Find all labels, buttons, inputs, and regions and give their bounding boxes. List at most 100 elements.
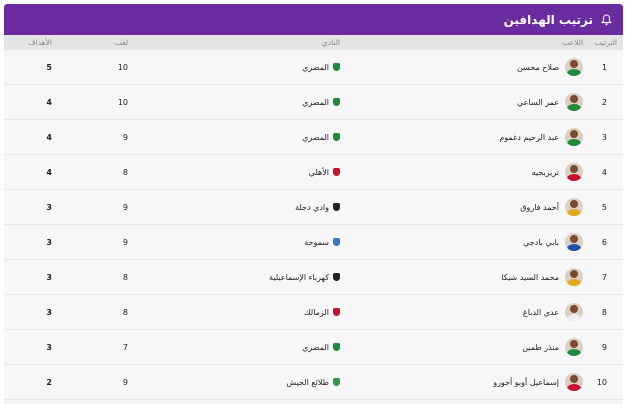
club-logo-icon xyxy=(333,168,340,176)
player-cell[interactable]: عبد الرحيم دغموم xyxy=(385,128,583,146)
club-cell[interactable]: طلائع الجيش xyxy=(190,378,385,387)
player-shirt xyxy=(567,139,581,146)
player-name[interactable]: بابي بادجي xyxy=(523,238,559,247)
club-logo-icon xyxy=(333,273,340,281)
rank-cell: 3 xyxy=(601,132,607,142)
club-logo-icon xyxy=(333,133,340,141)
bell-icon[interactable] xyxy=(599,13,613,27)
player-cell[interactable]: محمد السيد شيكا xyxy=(385,268,583,286)
player-cell[interactable]: بابي بادجي xyxy=(385,233,583,251)
player-shirt xyxy=(567,314,581,321)
club-name[interactable]: وادي دجلة xyxy=(295,203,329,212)
player-name[interactable]: منذر طمين xyxy=(522,343,559,352)
player-shirt xyxy=(567,209,581,216)
player-cell[interactable]: صلاح محسن xyxy=(385,58,583,76)
player-cell[interactable]: إسماعيل أوبو أجورو xyxy=(385,373,583,391)
club-logo-icon xyxy=(333,203,340,211)
club-logo-icon xyxy=(333,238,340,246)
player-avatar xyxy=(565,233,583,251)
goals-cell: 4 xyxy=(46,97,52,107)
club-cell[interactable]: سموحة xyxy=(190,238,385,247)
table-row[interactable]: 6 بابي بادجي سموحة 9 3 xyxy=(4,225,623,260)
club-name[interactable]: طلائع الجيش xyxy=(286,378,329,387)
club-name[interactable]: المصري xyxy=(302,133,329,142)
player-name[interactable]: تريزيجيه xyxy=(532,168,559,177)
club-cell[interactable]: المصري xyxy=(190,63,385,72)
player-avatar xyxy=(565,163,583,181)
table-header: الترتيب اللاعب النادي لعب الأهداف xyxy=(4,35,623,50)
player-name[interactable]: صلاح محسن xyxy=(517,63,559,72)
player-shirt xyxy=(567,104,581,111)
player-avatar xyxy=(565,303,583,321)
club-cell[interactable]: الزمالك xyxy=(190,308,385,317)
table-row[interactable]: 3 عبد الرحيم دغموم المصري 9 4 xyxy=(4,120,623,155)
goals-cell: 2 xyxy=(46,377,52,387)
table-row[interactable]: 7 محمد السيد شيكا كهرباء الإسماعيلية 8 3 xyxy=(4,260,623,295)
rank-cell: 10 xyxy=(596,377,607,387)
club-cell[interactable]: المصري xyxy=(190,343,385,352)
club-name[interactable]: المصري xyxy=(302,98,329,107)
table-row[interactable]: 1 صلاح محسن المصري 10 5 xyxy=(4,50,623,85)
played-cell: 10 xyxy=(117,62,128,72)
player-shirt xyxy=(567,174,581,181)
played-cell: 9 xyxy=(122,377,128,387)
player-avatar xyxy=(565,373,583,391)
player-avatar xyxy=(565,268,583,286)
club-cell[interactable]: المصري xyxy=(190,133,385,142)
club-cell[interactable]: وادي دجلة xyxy=(190,203,385,212)
page-title: ترتيب الهدافين xyxy=(503,12,593,27)
column-goals: الأهداف xyxy=(27,38,52,47)
player-name[interactable]: عمر الساعي xyxy=(517,98,559,107)
player-cell[interactable]: عمر الساعي xyxy=(385,93,583,111)
table-row[interactable]: 8 عدي الدباغ الزمالك 8 3 xyxy=(4,295,623,330)
table-row[interactable]: 4 تريزيجيه الأهلي 8 4 xyxy=(4,155,623,190)
played-cell: 9 xyxy=(122,132,128,142)
table-row[interactable]: 10 إسماعيل أوبو أجورو طلائع الجيش 9 2 xyxy=(4,365,623,400)
column-player: اللاعب xyxy=(385,38,583,47)
club-name[interactable]: المصري xyxy=(302,343,329,352)
rank-cell: 1 xyxy=(601,62,607,72)
table-row[interactable]: 5 أحمد فاروق وادي دجلة 9 3 xyxy=(4,190,623,225)
club-cell[interactable]: المصري xyxy=(190,98,385,107)
player-name[interactable]: إسماعيل أوبو أجورو xyxy=(493,378,559,387)
club-cell[interactable]: كهرباء الإسماعيلية xyxy=(190,273,385,282)
player-cell[interactable]: تريزيجيه xyxy=(385,163,583,181)
player-shirt xyxy=(567,69,581,76)
played-cell: 8 xyxy=(122,307,128,317)
club-name[interactable]: الأهلي xyxy=(309,168,329,177)
played-cell: 8 xyxy=(122,272,128,282)
player-cell[interactable]: أحمد فاروق xyxy=(385,198,583,216)
club-logo-icon xyxy=(333,98,340,106)
goals-cell: 4 xyxy=(46,167,52,177)
rank-cell: 2 xyxy=(601,97,607,107)
player-name[interactable]: أحمد فاروق xyxy=(520,203,559,212)
player-avatar xyxy=(565,93,583,111)
club-name[interactable]: كهرباء الإسماعيلية xyxy=(269,273,329,282)
club-logo-icon xyxy=(333,378,340,386)
goals-cell: 3 xyxy=(46,307,52,317)
club-logo-icon xyxy=(333,343,340,351)
played-cell: 9 xyxy=(122,237,128,247)
table-row[interactable]: 2 عمر الساعي المصري 10 4 xyxy=(4,85,623,120)
club-name[interactable]: المصري xyxy=(302,63,329,72)
club-name[interactable]: الزمالك xyxy=(304,308,329,317)
player-cell[interactable]: عدي الدباغ xyxy=(385,303,583,321)
player-name[interactable]: عبد الرحيم دغموم xyxy=(499,133,559,142)
scorers-card: ترتيب الهدافين الترتيب اللاعب النادي لعب… xyxy=(4,4,623,404)
rank-cell: 7 xyxy=(601,272,607,282)
rank-cell: 6 xyxy=(601,237,607,247)
player-name[interactable]: عدي الدباغ xyxy=(523,308,559,317)
column-club: النادي xyxy=(321,38,340,47)
player-avatar xyxy=(565,198,583,216)
club-cell[interactable]: الأهلي xyxy=(190,168,385,177)
goals-cell: 3 xyxy=(46,342,52,352)
player-shirt xyxy=(567,279,581,286)
player-cell[interactable]: منذر طمين xyxy=(385,338,583,356)
club-name[interactable]: سموحة xyxy=(304,238,329,247)
player-name[interactable]: محمد السيد شيكا xyxy=(501,273,559,282)
player-shirt xyxy=(567,384,581,391)
column-rank: الترتيب xyxy=(594,38,618,47)
played-cell: 10 xyxy=(117,97,128,107)
table-row[interactable]: 9 منذر طمين المصري 7 3 xyxy=(4,330,623,365)
goals-cell: 3 xyxy=(46,272,52,282)
